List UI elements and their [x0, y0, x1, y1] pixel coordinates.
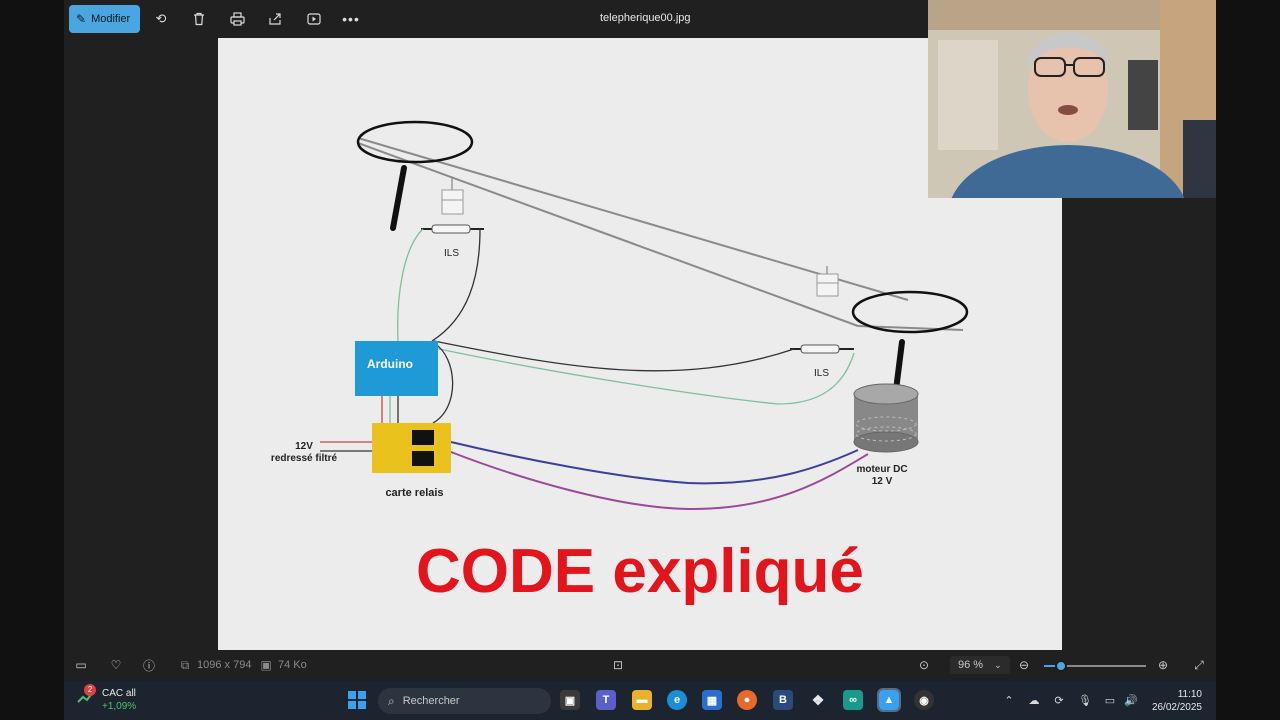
- dimensions-icon: ⧉: [180, 657, 190, 672]
- wire-blue-motor: [450, 441, 859, 485]
- teams-icon[interactable]: T: [596, 690, 616, 710]
- dropbox-icon[interactable]: ❖: [808, 690, 828, 710]
- favorite-button[interactable]: ♡: [109, 658, 123, 672]
- zoom-dropdown[interactable]: 96 % ⌄: [950, 656, 1010, 674]
- disk-icon: ▣: [260, 658, 272, 672]
- clock-time: 11:10: [1177, 689, 1202, 700]
- arduino-ide-icon[interactable]: ∞: [843, 690, 863, 710]
- pencil-icon: ✎: [76, 12, 87, 26]
- sync-icon[interactable]: ⟳: [1052, 693, 1066, 707]
- more-icon[interactable]: •••: [342, 10, 360, 28]
- slideshow-icon[interactable]: [305, 10, 323, 28]
- store-icon[interactable]: ▦: [702, 690, 722, 710]
- windows-icon: [348, 691, 366, 709]
- cloud-icon[interactable]: ☁: [1027, 693, 1041, 707]
- wire-black-bottom: [433, 340, 795, 372]
- search-icon: ⌕: [388, 693, 395, 708]
- clock-date: 26/02/2025: [1151, 702, 1202, 713]
- zoom-in-button[interactable]: ⊕: [1156, 658, 1170, 672]
- stock-name: CAC all: [102, 688, 136, 699]
- dc-motor: [853, 383, 919, 453]
- firefox-icon[interactable]: ●: [737, 690, 757, 710]
- expand-icon: ⤢: [1194, 657, 1204, 672]
- actual-size-icon: ⊙: [918, 658, 930, 672]
- relay-label: carte relais: [385, 487, 444, 499]
- zoom-in-icon: ⊕: [1157, 658, 1169, 672]
- edge-icon[interactable]: e: [667, 690, 687, 710]
- microphone-icon[interactable]: 🎙: [1078, 693, 1092, 707]
- stock-change: +1,09%: [102, 701, 137, 712]
- image-dimensions: ⧉ 1096 x 794: [178, 657, 252, 672]
- right-letterbox: [1216, 0, 1280, 720]
- task-view-icon[interactable]: ▣: [560, 690, 580, 710]
- info-icon: ⓘ: [142, 658, 155, 673]
- bottom-pulley: [851, 290, 969, 334]
- taskbar-clock[interactable]: 11:10 26/02/2025: [1144, 688, 1202, 714]
- file-explorer-icon[interactable]: ▬: [632, 690, 652, 710]
- share-icon[interactable]: [266, 10, 284, 28]
- relay-board: [372, 423, 451, 473]
- fit-view-button[interactable]: ⊡: [611, 658, 625, 672]
- ils-label-top: ILS: [444, 248, 460, 259]
- zoom-out-icon: ⊖: [1018, 658, 1030, 672]
- zoom-slider[interactable]: [1044, 660, 1146, 672]
- chevron-up-icon[interactable]: ⌃: [1002, 693, 1016, 707]
- wire-green-bottom: [433, 347, 855, 405]
- rotate-icon[interactable]: ⟲: [152, 10, 170, 28]
- top-support: [390, 165, 407, 231]
- filmstrip-button[interactable]: ▭: [74, 658, 88, 672]
- start-button[interactable]: [347, 690, 367, 710]
- presenter-video: [928, 0, 1216, 198]
- taskbar: 2 CAC all +1,09% ⌕ Rechercher ▣ T ▬ e ▦ …: [64, 681, 1216, 720]
- motor-label: moteur DC 12 V: [856, 464, 908, 487]
- stock-badge: 2: [84, 684, 96, 696]
- search-placeholder: Rechercher: [402, 695, 460, 707]
- taskbar-search[interactable]: ⌕ Rechercher: [378, 688, 551, 714]
- stock-widget[interactable]: 2 CAC all +1,09%: [76, 684, 137, 713]
- relay-2: [412, 451, 434, 466]
- edit-button-label: Modifier: [91, 13, 131, 25]
- cabin-bottom: [816, 273, 839, 297]
- volume-icon[interactable]: 🔊: [1124, 693, 1138, 707]
- arduino-board: Arduino: [355, 341, 438, 396]
- print-icon[interactable]: [228, 10, 246, 28]
- wire-green-top: [397, 228, 424, 342]
- photos-icon[interactable]: ▲: [877, 688, 901, 712]
- actual-size-button[interactable]: ⊙: [917, 658, 931, 672]
- zoom-slider-knob[interactable]: [1055, 660, 1068, 672]
- file-size: ▣ 74 Ko: [260, 658, 307, 672]
- status-bar: ▭ ♡ ⓘ ⧉ 1096 x 794 ▣ 74 Ko ⊡ ⊙ 96 % ⌄ ⊖: [64, 650, 1216, 681]
- webcam-overlay: [928, 0, 1216, 198]
- cabin-top: [441, 189, 464, 215]
- chart-trend-icon: 2: [76, 684, 96, 707]
- info-button[interactable]: ⓘ: [142, 658, 156, 673]
- wire-black-top: [431, 228, 481, 342]
- heart-icon: ♡: [110, 658, 122, 672]
- fit-screen-icon: ⊡: [612, 658, 624, 672]
- bold-app-icon[interactable]: B: [773, 690, 793, 710]
- network-icon[interactable]: ▭: [1103, 693, 1117, 707]
- cable-lower: [357, 142, 859, 327]
- arduino-label: Arduino: [367, 357, 413, 371]
- photos-app-window: ✎ Modifier ⟲ ••• telepherique00.jpg ILS …: [64, 0, 1216, 720]
- edit-button[interactable]: ✎ Modifier: [69, 5, 140, 33]
- chevron-down-icon: ⌄: [994, 659, 1002, 670]
- file-title: telepherique00.jpg: [600, 12, 691, 24]
- fullscreen-button[interactable]: ⤢: [1192, 658, 1206, 672]
- power-label: 12V redressé filtré: [270, 441, 338, 464]
- obs-icon[interactable]: ◉: [914, 690, 934, 710]
- filmstrip-icon: ▭: [75, 658, 87, 672]
- overlay-title: CODE expliqué: [416, 537, 864, 606]
- trash-icon[interactable]: [190, 10, 208, 28]
- ils-label-bottom: ILS: [814, 368, 830, 379]
- zoom-out-button[interactable]: ⊖: [1017, 658, 1031, 672]
- left-letterbox: [0, 0, 64, 720]
- relay-1: [412, 430, 434, 445]
